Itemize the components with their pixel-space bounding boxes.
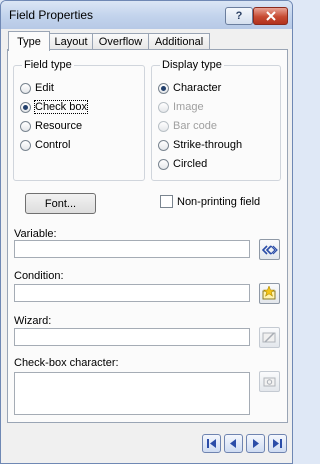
radio-label: Check box <box>34 100 88 114</box>
non-printing-label: Non-printing field <box>177 196 261 208</box>
tab-panel-type: Field type Edit Check box Resource Contr… <box>7 49 288 423</box>
tab-overflow[interactable]: Overflow <box>92 33 149 50</box>
radio-image[interactable]: Image <box>158 100 204 114</box>
variable-label: Variable: <box>14 228 57 240</box>
next-record-icon <box>253 439 259 448</box>
tab-label: Additional <box>154 36 204 48</box>
condition-input[interactable] <box>14 284 250 302</box>
character-picker-icon <box>263 377 276 387</box>
tab-label: Layout <box>54 36 88 48</box>
condition-wizard-icon <box>262 286 276 300</box>
radio-button[interactable] <box>20 120 31 132</box>
radio-button[interactable] <box>158 120 169 132</box>
non-printing-checkbox[interactable] <box>160 195 173 208</box>
tab-type[interactable]: Type <box>8 31 50 51</box>
condition-wizard-button[interactable] <box>259 283 280 304</box>
field-properties-window: Field Properties ? Type Layout Overflow … <box>0 0 293 464</box>
character-picker-button[interactable] <box>259 371 280 392</box>
last-record-button[interactable] <box>268 434 287 453</box>
radio-label: Bar code <box>173 120 218 132</box>
font-button[interactable]: Font... <box>25 193 96 214</box>
radio-character[interactable]: Character <box>158 81 221 95</box>
previous-record-icon <box>230 439 236 448</box>
title-bar[interactable]: Field Properties ? <box>1 1 292 29</box>
radio-button[interactable] <box>20 82 31 94</box>
radio-button[interactable] <box>20 101 31 113</box>
radio-edit[interactable]: Edit <box>20 81 54 95</box>
tab-label: Overflow <box>98 36 143 48</box>
radio-label: Strike-through <box>173 139 243 151</box>
help-button[interactable]: ? <box>225 7 253 25</box>
radio-button[interactable] <box>158 139 169 151</box>
radio-label: Circled <box>173 158 208 170</box>
close-button[interactable] <box>253 7 288 25</box>
checkbox-character-label: Check-box character: <box>14 357 119 369</box>
radio-resource[interactable]: Resource <box>20 119 82 133</box>
group-title: Field type <box>22 59 74 71</box>
font-button-label: Font... <box>44 197 77 210</box>
radio-label: Resource <box>35 120 83 132</box>
radio-label: Control <box>35 139 71 151</box>
condition-label: Condition: <box>14 270 64 282</box>
tab-label: Type <box>17 35 41 48</box>
radio-button[interactable] <box>158 158 169 170</box>
radio-strike-through[interactable]: Strike-through <box>158 138 242 152</box>
wizard-icon <box>262 332 276 343</box>
field-type-group: Field type Edit Check box Resource Contr… <box>13 59 145 181</box>
radio-label: Edit <box>35 82 54 94</box>
radio-button[interactable] <box>158 101 169 113</box>
first-record-icon <box>207 439 216 448</box>
window-title: Field Properties <box>9 8 94 22</box>
tab-layout[interactable]: Layout <box>49 33 93 50</box>
wizard-button[interactable] <box>259 327 280 348</box>
group-title: Display type <box>160 59 224 71</box>
radio-check-box[interactable]: Check box <box>20 100 88 114</box>
radio-button[interactable] <box>20 139 31 151</box>
double-chevron-icon <box>261 244 278 255</box>
radio-control[interactable]: Control <box>20 138 70 152</box>
tab-additional[interactable]: Additional <box>148 33 210 50</box>
display-type-group: Display type Character Image Bar code St… <box>151 59 281 181</box>
previous-record-button[interactable] <box>224 434 243 453</box>
insert-field-button[interactable] <box>259 239 280 260</box>
wizard-label: Wizard: <box>14 315 52 327</box>
last-record-icon <box>273 439 282 448</box>
radio-circled[interactable]: Circled <box>158 157 207 171</box>
radio-label: Character <box>173 82 222 94</box>
radio-button[interactable] <box>158 82 169 94</box>
radio-bar-code[interactable]: Bar code <box>158 119 217 133</box>
next-record-button[interactable] <box>246 434 265 453</box>
checkbox-character-input[interactable] <box>14 372 250 415</box>
wizard-input[interactable] <box>14 328 250 346</box>
close-icon <box>265 11 276 21</box>
radio-label: Image <box>173 101 204 113</box>
help-icon: ? <box>235 10 243 22</box>
variable-input[interactable] <box>14 240 250 258</box>
first-record-button[interactable] <box>202 434 221 453</box>
